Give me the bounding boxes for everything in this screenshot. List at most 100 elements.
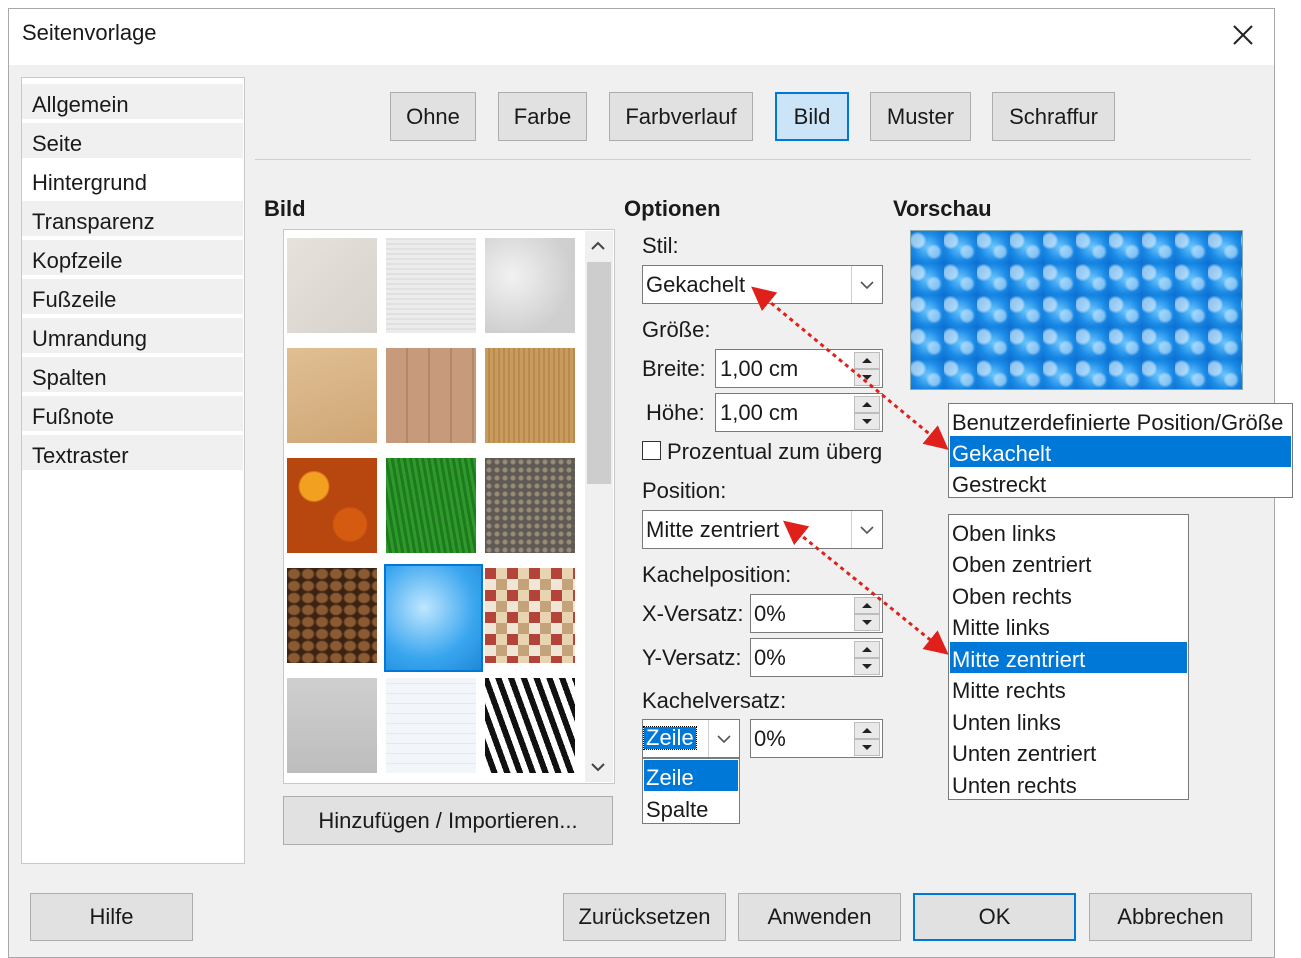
- image-tile-cardboard[interactable]: [485, 348, 575, 443]
- chevron-down-icon[interactable]: [851, 511, 882, 548]
- chevron-down-icon[interactable]: [708, 720, 739, 757]
- tab-schraffur[interactable]: Schraffur: [992, 92, 1115, 141]
- close-icon[interactable]: [1226, 18, 1260, 52]
- tab-farbverlauf[interactable]: Farbverlauf: [609, 92, 753, 141]
- option-label: Mitte zentriert: [952, 647, 1086, 672]
- sidebar-item-umrandung[interactable]: Umrandung: [22, 318, 243, 355]
- width-spinbox[interactable]: 1,00 cm: [715, 349, 883, 388]
- tile-offset-dropdown: Zeile Spalte: [642, 758, 740, 824]
- image-tile-concrete[interactable]: [287, 678, 377, 773]
- position-combobox[interactable]: Mitte zentriert: [642, 510, 883, 549]
- help-button[interactable]: Hilfe: [30, 893, 193, 941]
- tile-offset-spinbox[interactable]: 0%: [750, 719, 883, 758]
- option-label: Benutzerdefinierte Position/Größe: [952, 410, 1284, 435]
- tab-label: Schraffur: [1009, 104, 1098, 129]
- image-tile-crumpled-paper[interactable]: [485, 238, 575, 333]
- tile-offset-mode-combobox[interactable]: Zeile: [642, 719, 740, 758]
- image-tile-paper-beige[interactable]: [287, 238, 377, 333]
- sidebar-item-label: Umrandung: [32, 326, 147, 351]
- dropdown-option-gekachelt[interactable]: Gekachelt: [950, 436, 1291, 467]
- add-import-button[interactable]: Hinzufügen / Importieren...: [283, 796, 613, 845]
- gallery-scrollbar-thumb[interactable]: [587, 262, 611, 484]
- sidebar-item-textraster[interactable]: Textraster: [22, 435, 243, 472]
- image-tile-coffee-beans[interactable]: [287, 568, 377, 663]
- image-tile-pebbles[interactable]: [485, 458, 575, 553]
- preview-image: [910, 230, 1243, 390]
- tab-bild[interactable]: Bild: [775, 92, 849, 141]
- options-heading: Optionen: [624, 196, 721, 221]
- apply-button[interactable]: Anwenden: [738, 893, 901, 941]
- ok-button[interactable]: OK: [913, 893, 1076, 941]
- tab-label: Farbe: [513, 104, 572, 129]
- tile-position-label: Kachelposition:: [642, 562, 792, 587]
- x-offset-value: 0%: [754, 601, 786, 626]
- x-offset-label: X-Versatz:: [642, 601, 744, 626]
- spin-down-icon[interactable]: [854, 369, 880, 386]
- sidebar-item-label: Spalten: [32, 365, 107, 390]
- dropdown-option-oben-zentriert[interactable]: Oben zentriert: [950, 547, 1187, 578]
- chevron-down-icon[interactable]: [588, 757, 608, 777]
- spin-up-icon[interactable]: [854, 396, 880, 413]
- dropdown-option-mitte-links[interactable]: Mitte links: [950, 610, 1187, 641]
- spin-down-icon[interactable]: [854, 413, 880, 430]
- image-tile-grass[interactable]: [386, 458, 476, 553]
- y-offset-spinbox[interactable]: 0%: [750, 638, 883, 677]
- cancel-button[interactable]: Abbrechen: [1089, 893, 1252, 941]
- option-label: Unten links: [952, 710, 1061, 735]
- sidebar-item-seite[interactable]: Seite: [22, 123, 243, 160]
- image-tile-parchment[interactable]: [287, 348, 377, 443]
- tab-muster[interactable]: Muster: [870, 92, 971, 141]
- relative-checkbox-label: Prozentual zum überg: [667, 439, 883, 464]
- tab-label: Muster: [886, 104, 955, 129]
- dropdown-option-unten-zentriert[interactable]: Unten zentriert: [950, 736, 1187, 767]
- dropdown-option-spalte[interactable]: Spalte: [644, 792, 738, 823]
- dropdown-option-oben-links[interactable]: Oben links: [950, 516, 1187, 547]
- image-tile-grid-paper[interactable]: [386, 678, 476, 773]
- sidebar-item-transparenz[interactable]: Transparenz: [22, 201, 243, 238]
- dropdown-option-zeile[interactable]: Zeile: [644, 760, 738, 791]
- style-value: Gekachelt: [646, 272, 746, 297]
- spin-down-icon[interactable]: [854, 739, 880, 756]
- sidebar-item-spalten[interactable]: Spalten: [22, 357, 243, 394]
- reset-button[interactable]: Zurücksetzen: [563, 893, 726, 941]
- dropdown-option-oben-rechts[interactable]: Oben rechts: [950, 579, 1187, 610]
- image-heading: Bild: [264, 196, 306, 221]
- tab-label: Farbverlauf: [625, 104, 737, 129]
- sidebar-item-fusszeile[interactable]: Fußzeile: [22, 279, 243, 316]
- dropdown-option-mitte-zentriert[interactable]: Mitte zentriert: [950, 642, 1187, 673]
- spin-up-icon[interactable]: [854, 722, 880, 739]
- dropdown-option-custom[interactable]: Benutzerdefinierte Position/Größe: [950, 405, 1291, 436]
- spin-down-icon[interactable]: [854, 614, 880, 631]
- option-label: Mitte rechts: [952, 678, 1066, 703]
- height-spinbox[interactable]: 1,00 cm: [715, 393, 883, 432]
- option-label: Oben links: [952, 521, 1056, 546]
- image-tile-clouds-selected[interactable]: [384, 564, 483, 672]
- dropdown-option-mitte-rechts[interactable]: Mitte rechts: [950, 673, 1187, 704]
- dropdown-option-unten-links[interactable]: Unten links: [950, 705, 1187, 736]
- chevron-up-icon[interactable]: [588, 236, 608, 256]
- sidebar-item-allgemein[interactable]: Allgemein: [22, 84, 243, 121]
- chevron-down-icon[interactable]: [851, 266, 882, 303]
- relative-checkbox[interactable]: [642, 441, 661, 460]
- spin-up-icon[interactable]: [854, 352, 880, 369]
- tab-ohne[interactable]: Ohne: [390, 92, 476, 141]
- image-tile-zebra[interactable]: [485, 678, 575, 773]
- sidebar-item-hintergrund[interactable]: Hintergrund: [22, 162, 243, 199]
- spin-up-icon[interactable]: [854, 597, 880, 614]
- dropdown-option-unten-rechts[interactable]: Unten rechts: [950, 768, 1187, 799]
- style-combobox[interactable]: Gekachelt: [642, 265, 883, 304]
- tab-farbe[interactable]: Farbe: [498, 92, 587, 141]
- image-tile-paper-white[interactable]: [386, 238, 476, 333]
- position-dropdown-list: Oben links Oben zentriert Oben rechts Mi…: [948, 514, 1189, 800]
- sidebar-item-kopfzeile[interactable]: Kopfzeile: [22, 240, 243, 277]
- image-tile-autumn-leaves[interactable]: [287, 458, 377, 553]
- x-offset-spinbox[interactable]: 0%: [750, 594, 883, 633]
- image-tile-mosaic[interactable]: [485, 568, 575, 663]
- image-tile-wood-planks[interactable]: [386, 348, 476, 443]
- title-bar: [9, 9, 1274, 65]
- dropdown-option-gestreckt[interactable]: Gestreckt: [950, 467, 1291, 498]
- y-offset-value: 0%: [754, 645, 786, 670]
- spin-down-icon[interactable]: [854, 658, 880, 675]
- spin-up-icon[interactable]: [854, 641, 880, 658]
- sidebar-item-fussnote[interactable]: Fußnote: [22, 396, 243, 433]
